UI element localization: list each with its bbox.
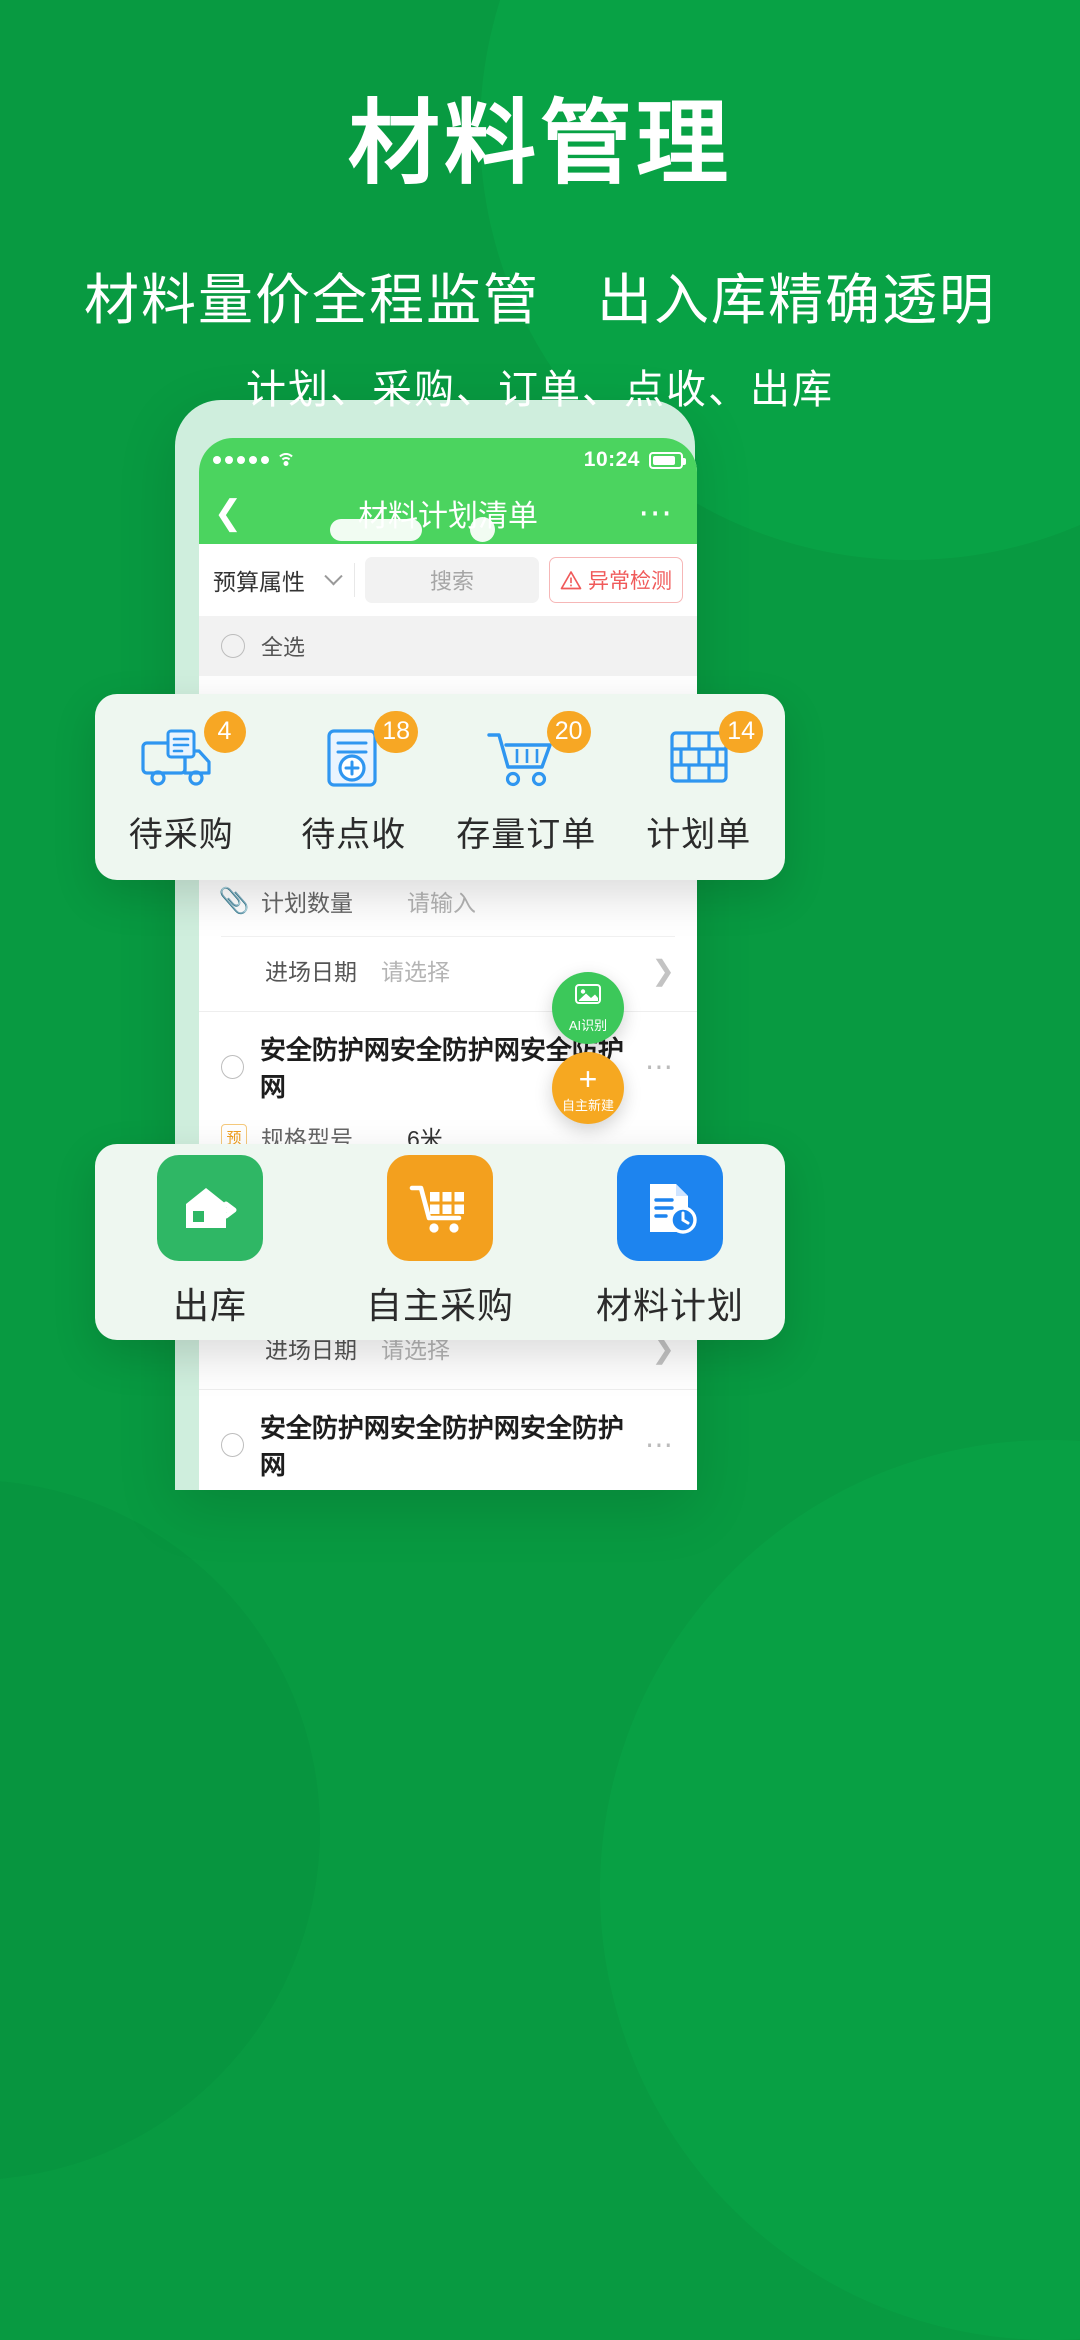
field-key: 计划数量 [261,890,353,916]
plus-icon: + [578,1060,598,1097]
ai-recognition-label: AI识别 [568,1017,608,1033]
action-warehouse-out[interactable]: 出库 [95,1155,325,1329]
more-horizontal-icon[interactable]: ⋯ [638,495,697,530]
tile-plan-order[interactable]: 14 计划单 [613,710,786,856]
quick-stats-card: 4 待采购 18 待点收 20 存量订单 14 计划单 [95,694,785,880]
list-item-title: 安全防护网安全防护网安全防护网 [259,1413,624,1480]
select-all-label: 全选 [261,635,306,660]
page-tagline: 计划、采购、订单、点收、出库 [246,367,834,412]
warning-triangle-icon [560,571,582,590]
status-badge: 18 [374,710,418,753]
background-decor-arc-left [0,1480,320,2180]
signal-dots-icon [213,456,269,464]
more-horizontal-icon[interactable]: ⋯ [645,1052,675,1080]
wifi-icon [276,453,295,467]
entry-date-key: 进场日期 [265,959,357,985]
tile-label: 待点收 [301,815,407,854]
action-label: 自主采购 [365,1285,514,1326]
status-badge: 20 [546,710,591,753]
self-create-label: 自主新建 [561,1097,614,1113]
radio-unchecked-icon[interactable] [221,1433,244,1457]
chevron-left-icon[interactable]: ❮ [199,496,257,530]
action-self-purchase[interactable]: 自主采购 [325,1155,555,1329]
action-material-plan[interactable]: 材料计划 [555,1155,785,1329]
search-input[interactable]: 搜索 [365,557,539,603]
tile-label: 待采购 [128,815,234,854]
anomaly-detection-label: 异常检测 [588,570,672,593]
list-toolbar: 预算属性 搜索 异常检测 [199,544,697,616]
background-decor-arc-bottom [600,1440,1080,2340]
action-label: 材料计划 [595,1285,744,1326]
battery-icon [649,451,686,469]
budget-attribute-label: 预算属性 [213,569,305,595]
app-header: ❮ 材料计划清单 ⋯ [199,482,697,544]
attachment-icon: 📎 [218,886,250,915]
tile-pending-receive[interactable]: 18 待点收 [268,710,441,856]
tile-label: 计划单 [646,815,752,854]
cart-self-purchase-icon [387,1155,493,1261]
status-bar: 10:24 [199,438,697,482]
quick-actions-tiles: 出库 自主采购 材料计划 [95,1144,785,1340]
status-bar-time: 10:24 [583,448,640,471]
chevron-right-icon: ❯ [651,954,675,986]
radio-unchecked-icon[interactable] [221,634,245,658]
headline-block: 材料管理 材料量价全程监管 出入库精确透明 计划、采购、订单、点收、出库 [0,96,1080,415]
notch-camera [470,517,495,542]
status-badge: 14 [719,710,763,753]
anomaly-detection-button[interactable]: 异常检测 [549,557,683,603]
radio-unchecked-icon[interactable] [221,1055,244,1079]
status-badge: 4 [203,710,246,753]
ai-image-icon [573,983,603,1013]
entry-date-value: 请选择 [381,959,450,985]
app-header-title: 材料计划清单 [358,500,538,533]
action-label: 出库 [172,1285,247,1326]
more-horizontal-icon[interactable]: ⋯ [645,1430,675,1458]
page-subtitle: 材料量价全程监管 出入库精确透明 [83,268,996,331]
page-title: 材料管理 [347,93,732,195]
status-bar-right: 10:24 [584,448,697,472]
tile-pending-purchase[interactable]: 4 待采购 [95,710,268,856]
table-row[interactable]: 安全防护网安全防护网安全防护网 ⋯ 预 规格型号 6米 ◫ 单位 根 📎 计划数… [199,1390,697,1490]
tile-stock-order[interactable]: 20 存量订单 [440,710,613,856]
status-bar-left [199,453,295,467]
tile-label: 存量订单 [456,815,597,854]
list-item-header: 安全防护网安全防护网安全防护网 ⋯ [221,1408,675,1482]
material-plan-doc-icon [617,1155,723,1261]
field-value: 请输入 [407,890,476,916]
budget-attribute-filter[interactable]: 预算属性 [213,563,355,597]
select-all-row[interactable]: 全选 [199,616,697,676]
ai-recognition-fab[interactable]: AI识别 [552,972,624,1044]
list-item-field[interactable]: 📎 计划数量 请输入 [218,884,675,918]
chevron-down-icon [324,566,343,585]
notch-speaker [330,519,422,541]
quick-stats-tiles: 4 待采购 18 待点收 20 存量订单 14 计划单 [95,694,785,880]
warehouse-out-icon [157,1155,263,1261]
quick-actions-card: 出库 自主采购 材料计划 [95,1144,785,1340]
self-create-fab[interactable]: + 自主新建 [552,1052,624,1124]
